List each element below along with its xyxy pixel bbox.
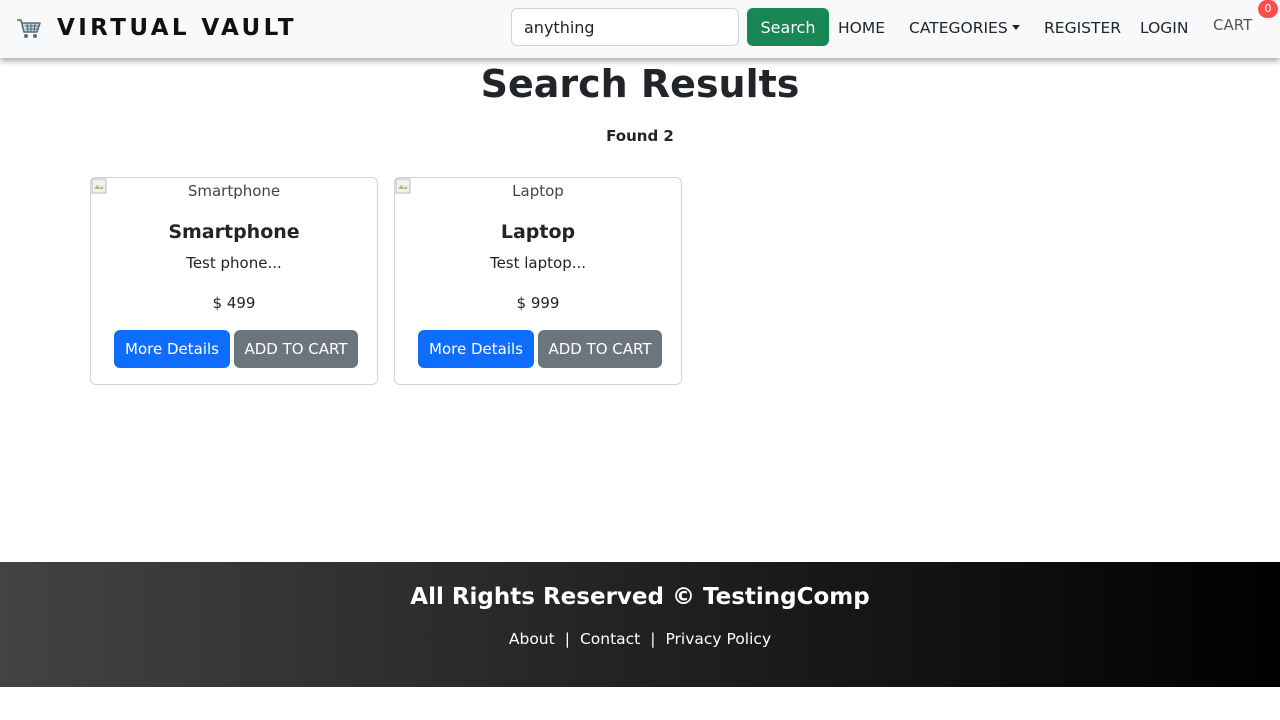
product-image: Smartphone xyxy=(91,178,377,204)
footer-about-link[interactable]: About xyxy=(509,630,555,648)
results-count: Found 2 xyxy=(606,127,674,145)
product-description: Test laptop... xyxy=(489,254,587,272)
product-image-alt: Laptop xyxy=(512,182,564,200)
product-image: Laptop xyxy=(395,178,681,204)
cart-count-badge: 0 xyxy=(1258,0,1278,18)
product-price: $ 499 xyxy=(212,294,256,312)
nav-home-link[interactable]: HOME xyxy=(838,19,885,37)
product-price: $ 999 xyxy=(516,294,560,312)
nav-cart-link[interactable]: CART xyxy=(1213,16,1252,34)
product-card-smartphone: Smartphone Smartphone Test phone... $ 49… xyxy=(90,177,378,385)
more-details-button[interactable]: More Details xyxy=(418,330,534,368)
product-description: Test phone... xyxy=(186,254,282,272)
footer-contact-link[interactable]: Contact xyxy=(580,630,640,648)
product-card-laptop: Laptop Laptop Test laptop... $ 999 More … xyxy=(394,177,682,385)
nav-register-link[interactable]: REGISTER xyxy=(1044,19,1121,37)
nav-login-link[interactable]: LOGIN xyxy=(1140,19,1188,37)
footer-privacy-link[interactable]: Privacy Policy xyxy=(665,630,771,648)
search-input[interactable] xyxy=(511,8,739,46)
shopping-cart-icon xyxy=(16,15,42,41)
footer-separator: | xyxy=(564,630,570,648)
product-name: Smartphone xyxy=(168,221,300,243)
footer: All Rights Reserved © TestingComp About |… xyxy=(0,562,1280,687)
footer-copyright: All Rights Reserved © TestingComp xyxy=(410,584,870,610)
broken-image-icon xyxy=(395,178,411,194)
add-to-cart-button[interactable]: ADD TO CART xyxy=(538,330,662,368)
footer-links: About | Contact | Privacy Policy xyxy=(0,629,1280,649)
chevron-down-icon xyxy=(1011,25,1020,30)
add-to-cart-button[interactable]: ADD TO CART xyxy=(234,330,358,368)
product-name: Laptop xyxy=(500,221,576,243)
product-image-alt: Smartphone xyxy=(187,182,281,200)
brand-link[interactable]: VIRTUAL VAULT xyxy=(16,14,297,42)
nav-categories-dropdown[interactable]: CATEGORIES xyxy=(909,19,1020,37)
broken-image-icon xyxy=(91,178,107,194)
navbar: VIRTUAL VAULT Search HOME CATEGORIES REG… xyxy=(0,0,1280,58)
more-details-button[interactable]: More Details xyxy=(114,330,230,368)
page-title: Search Results xyxy=(480,62,800,106)
search-button[interactable]: Search xyxy=(747,8,829,46)
nav-categories-label: CATEGORIES xyxy=(909,19,1008,37)
brand-name: VIRTUAL VAULT xyxy=(57,15,297,41)
footer-separator: | xyxy=(650,630,656,648)
